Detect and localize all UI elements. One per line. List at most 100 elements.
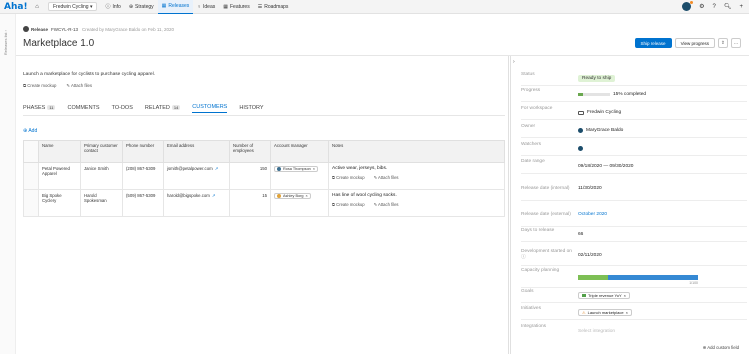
tab-todos[interactable]: TO-DOS <box>112 104 133 113</box>
add-custom-field-label: Add custom field <box>707 345 739 350</box>
page-title[interactable]: Marketplace 1.0 <box>23 38 174 49</box>
cell-contact[interactable]: Janice Smith <box>80 162 123 190</box>
property-initiatives: Initiatives ⚠ Launch marketplace × <box>521 306 747 320</box>
column-header[interactable]: Phone number <box>122 140 164 163</box>
ship-release-button[interactable]: Ship release <box>634 38 672 48</box>
tab-comments[interactable]: COMMENTS <box>67 104 99 113</box>
cell-name[interactable]: Petal Powered Apparel <box>38 162 81 190</box>
cell-contact[interactable]: Harold Spokesman <box>80 189 123 217</box>
nav-info-label: Info <box>112 3 121 10</box>
capacity-bar-blue <box>608 275 698 280</box>
workspace-value[interactable]: Fredwin Cycling <box>578 106 621 119</box>
nav-roadmaps[interactable]: ☰ Roadmaps <box>254 0 293 14</box>
nav-ideas[interactable]: ♀ Ideas <box>193 0 219 14</box>
release-icon <box>23 26 29 32</box>
record-reference[interactable]: FWCYL-R-13 <box>51 27 78 32</box>
create-mockup-link[interactable]: ⧉ Create mockup <box>332 202 365 207</box>
tab-related-count: 14 <box>171 105 181 110</box>
cell-phone[interactable]: (208) 867-5309 <box>122 162 164 190</box>
property-label: Integrations <box>521 324 547 329</box>
paperclip-icon: ✎ <box>66 83 71 88</box>
create-mockup-link[interactable]: ⧉ Create mockup <box>23 83 56 89</box>
user-avatar[interactable] <box>682 1 694 11</box>
goal-text: Triple revenue YoY <box>588 293 622 298</box>
column-header[interactable]: Name <box>38 140 81 163</box>
release-description[interactable]: Launch a marketplace for cyclists to pur… <box>23 72 155 77</box>
account-manager-tag[interactable]: Ashley Borg × <box>274 193 311 199</box>
progress-value: 15% completed <box>578 88 646 101</box>
tab-history-label: HISTORY <box>239 104 264 111</box>
add-custom-field-link[interactable]: ⊕ Add custom field <box>703 345 739 351</box>
mockup-icon: ⧉ <box>332 202 335 207</box>
tab-related[interactable]: RELATED 14 <box>144 104 181 113</box>
tab-phases-count: 11 <box>47 105 56 110</box>
watchers-value[interactable] <box>578 142 583 155</box>
dev-started-value[interactable]: 02/11/2020 <box>578 253 602 258</box>
attach-files-link[interactable]: ✎ Attach files <box>66 83 92 89</box>
attach-files-link[interactable]: ✎ Attach files <box>374 202 399 207</box>
tab-related-label: RELATED <box>144 104 170 111</box>
cell-name[interactable]: Big Spoke Cyclery <box>38 189 81 217</box>
tab-history[interactable]: HISTORY <box>239 104 263 113</box>
tab-customers[interactable]: CUSTOMERS <box>192 104 228 113</box>
chevron-right-icon[interactable]: › <box>513 59 515 65</box>
property-label: Capacity planning <box>521 268 560 273</box>
integrations-select[interactable]: Select integration <box>578 324 615 338</box>
table-header-row: Name Primary customer contact Phone numb… <box>23 140 505 163</box>
email-text: harold@bigspoke.com <box>167 193 210 198</box>
release-external-value[interactable]: October 2020 <box>578 212 607 217</box>
cell-phone[interactable]: (509) 867-5309 <box>122 189 164 217</box>
cell-email[interactable]: jsmith@petalpower.com ↗ <box>163 162 230 190</box>
goal-chip[interactable]: Triple revenue YoY × <box>578 292 630 299</box>
add-customer-button[interactable]: ⊕ Add <box>23 128 37 134</box>
more-icon[interactable]: ··· <box>731 38 741 48</box>
share-icon[interactable]: ⇪ <box>718 38 728 48</box>
external-link-icon[interactable]: ↗ <box>215 166 219 171</box>
status-badge[interactable]: Ready to ship <box>578 72 616 85</box>
home-icon[interactable]: ⌂ <box>30 2 44 12</box>
create-mockup-link[interactable]: ⧉ Create mockup <box>332 175 365 180</box>
cell-email[interactable]: harold@bigspoke.com ↗ <box>163 189 230 217</box>
capacity-value[interactable]: 1/100 <box>578 268 698 287</box>
cell-notes[interactable]: Has line of wool cycling socks. ⧉ Create… <box>328 189 505 217</box>
property-progress: Progress 15% completed <box>521 88 747 102</box>
release-internal-value[interactable]: 11/30/2020 <box>578 186 602 191</box>
column-header[interactable]: Account manager <box>270 140 329 163</box>
column-header[interactable]: Notes <box>328 140 505 163</box>
column-header[interactable]: Primary customer contact <box>80 140 123 163</box>
tab-phases[interactable]: PHASES 11 <box>23 104 56 113</box>
aha-logo[interactable]: Aha! <box>4 2 30 12</box>
cell-employees[interactable]: 15 <box>229 189 271 217</box>
initiatives-value: ⚠ Launch marketplace × <box>578 306 632 319</box>
help-icon[interactable]: ? <box>713 4 716 10</box>
property-status: Status Ready to ship <box>521 72 747 86</box>
column-header[interactable]: Number of employees <box>229 140 271 163</box>
create-mockup-label: Create mockup <box>336 175 365 180</box>
external-link-icon[interactable]: ↗ <box>212 193 216 198</box>
nav-strategy[interactable]: ⊕ Strategy <box>125 0 158 14</box>
gear-icon[interactable]: ⚙ <box>699 3 704 10</box>
panel-divider[interactable] <box>508 56 509 354</box>
column-header[interactable]: Email address <box>163 140 230 163</box>
progress-text: 15% completed <box>613 92 647 97</box>
nav-releases[interactable]: ▦ Releases <box>157 0 194 14</box>
account-manager-tag[interactable]: Rosa Thompson × <box>274 166 319 172</box>
view-progress-button[interactable]: View progress <box>674 38 715 48</box>
property-release-external: Release date (external) October 2020 <box>521 203 747 227</box>
owner-value[interactable]: MaryGrace Baldo <box>578 124 623 137</box>
info-icon: ⓘ <box>521 255 526 260</box>
releases-list-toggle[interactable]: Releases list › <box>3 30 8 55</box>
cell-manager[interactable]: Ashley Borg × <box>270 189 329 217</box>
cell-employees[interactable]: 150 <box>229 162 271 190</box>
initiative-chip[interactable]: ⚠ Launch marketplace × <box>578 309 632 316</box>
cell-notes[interactable]: Active wear, jerseys, bibs. ⧉ Create moc… <box>328 162 505 190</box>
attach-files-link[interactable]: ✎ Attach files <box>374 175 399 180</box>
nav-info[interactable]: ⓘ Info <box>101 0 124 14</box>
nav-features[interactable]: ▦ Features <box>219 0 253 14</box>
cell-manager[interactable]: Rosa Thompson × <box>270 162 329 190</box>
property-days: Days to release 66 <box>521 228 747 242</box>
plus-icon[interactable]: + <box>739 4 743 10</box>
date-range-value[interactable]: 09/18/2020 — 09/30/2020 <box>578 159 633 173</box>
search-icon[interactable]: 🔍︎ <box>724 3 732 10</box>
workspace-selector[interactable]: Fredwin Cycling ▾ <box>48 2 98 11</box>
